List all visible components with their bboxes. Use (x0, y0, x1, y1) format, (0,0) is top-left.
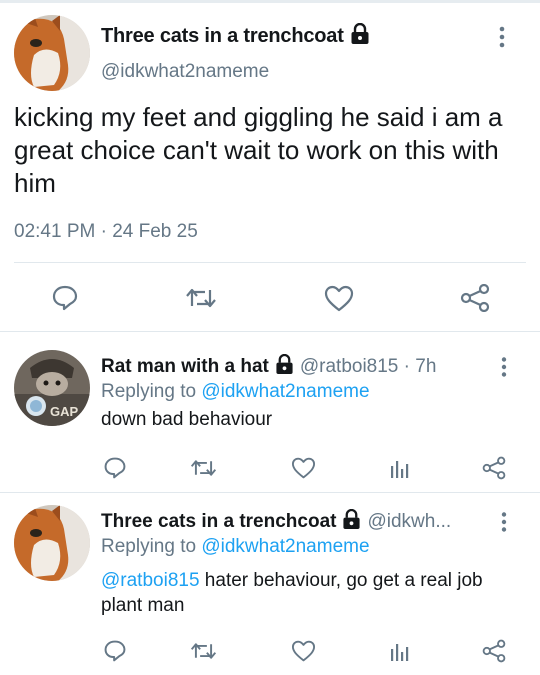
retweet-icon[interactable] (185, 284, 217, 317)
analytics-icon[interactable] (389, 458, 409, 485)
reply-header: Rat man with a hat @ratboi815 · 7h (101, 353, 437, 380)
tweet-timestamp[interactable]: 02:41 PM · 24 Feb 25 (14, 221, 198, 243)
tweet-text: kicking my feet and giggling he said i a… (14, 102, 503, 198)
replying-prefix: Replying to (101, 381, 202, 402)
main-tweet[interactable]: Three cats in a trenchcoat @idkwhat2name… (0, 3, 540, 331)
replying-to-handle[interactable]: @idkwhat2nameme (201, 381, 369, 402)
reply-header: Three cats in a trenchcoat @idkwh... (101, 508, 451, 535)
author-handle[interactable]: @idkwhat2nameme (101, 61, 269, 83)
like-icon[interactable] (291, 457, 316, 484)
tweet-actions (0, 282, 540, 314)
reply-icon[interactable] (103, 456, 127, 485)
display-name[interactable]: Three cats in a trenchcoat (101, 511, 336, 533)
display-name[interactable]: Rat man with a hat (101, 356, 269, 378)
reply-actions (0, 456, 540, 482)
reply-tweet[interactable]: GAP Rat man with a hat @ratboi815 · 7h R… (0, 332, 540, 492)
reply-tweet[interactable]: Three cats in a trenchcoat @idkwh... Rep… (0, 493, 540, 675)
handle-and-time[interactable]: @idkwh... (367, 511, 451, 533)
more-options-icon[interactable] (500, 356, 508, 383)
retweet-icon[interactable] (190, 456, 217, 485)
share-icon[interactable] (482, 456, 506, 485)
display-name[interactable]: Three cats in a trenchcoat (101, 25, 344, 48)
analytics-icon[interactable] (389, 641, 409, 668)
replying-to-handle[interactable]: @idkwhat2nameme (201, 536, 369, 557)
reply-icon[interactable] (103, 639, 127, 668)
avatar[interactable] (14, 505, 90, 581)
handle-and-time[interactable]: @ratboi815 · 7h (300, 356, 437, 378)
avatar[interactable] (14, 15, 90, 91)
author-name-row: Three cats in a trenchcoat (101, 22, 370, 50)
like-icon[interactable] (324, 285, 354, 317)
reply-text: down bad behaviour (101, 407, 521, 432)
avatar[interactable]: GAP (14, 350, 90, 426)
lock-icon (342, 508, 361, 535)
reply-icon[interactable] (51, 284, 79, 317)
like-icon[interactable] (291, 640, 316, 667)
more-options-icon[interactable] (500, 511, 508, 538)
replying-to: Replying to @idkwhat2nameme (101, 381, 370, 403)
share-icon[interactable] (460, 283, 490, 317)
lock-icon (275, 353, 294, 380)
replying-to: Replying to @idkwhat2nameme (101, 536, 370, 558)
share-icon[interactable] (482, 639, 506, 668)
retweet-icon[interactable] (190, 639, 217, 668)
avatar-text: GAP (50, 404, 79, 419)
mention-link[interactable]: @ratboi815 (101, 570, 200, 591)
replying-prefix: Replying to (101, 536, 202, 557)
lock-icon (350, 22, 370, 50)
reply-text-body: down bad behaviour (101, 409, 273, 430)
more-options-icon[interactable] (498, 25, 506, 54)
reply-text: @ratboi815 hater behaviour, go get a rea… (101, 568, 521, 618)
reply-actions (0, 639, 540, 665)
divider (14, 262, 526, 263)
